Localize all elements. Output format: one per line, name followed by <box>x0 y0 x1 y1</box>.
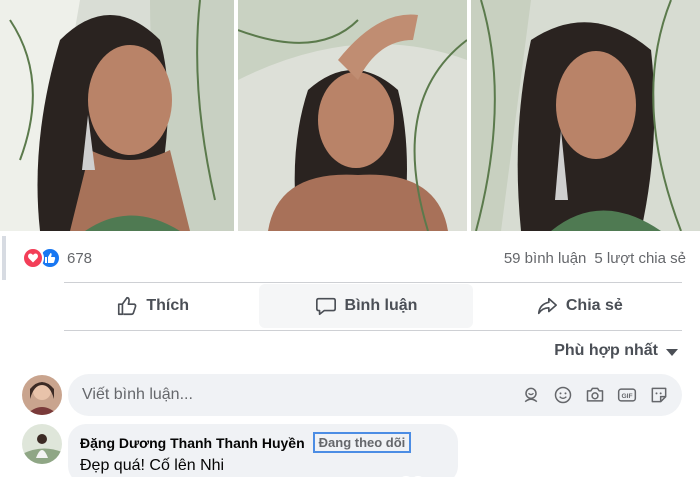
share-button[interactable]: Chia sẻ <box>473 284 686 328</box>
comment-text: Đẹp quá! Cố lên Nhi <box>80 457 225 474</box>
share-label: Chia sẻ <box>565 297 623 314</box>
composer-tools: GIF <box>520 384 670 406</box>
sort-label: Phù hợp nhất <box>554 342 658 359</box>
caret-down-icon <box>666 348 678 356</box>
post-photo-3[interactable] <box>471 0 700 231</box>
comment-input[interactable] <box>82 386 520 404</box>
comment-composer: GIF <box>22 374 682 416</box>
share-count[interactable]: 5 lượt chia sẻ <box>594 250 686 267</box>
svg-text:GIF: GIF <box>621 393 632 400</box>
comment-label: Bình luận <box>344 297 418 314</box>
comment-bubble: Đặng Dương Thanh Thanh Huyền Đang theo d… <box>68 424 458 477</box>
comment-item: Đặng Dương Thanh Thanh Huyền Đang theo d… <box>22 424 682 477</box>
avatar-sticker-icon[interactable] <box>520 384 542 406</box>
reactions-summary: 678 59 bình luận 5 lượt chia sẻ <box>0 236 700 280</box>
comment-input-box[interactable]: GIF <box>68 374 682 416</box>
reaction-icons[interactable] <box>22 247 61 269</box>
photo-1-image <box>0 0 234 231</box>
commenter-avatar[interactable] <box>22 424 62 464</box>
share-arrow-icon <box>537 297 557 315</box>
gif-icon[interactable]: GIF <box>616 384 638 406</box>
sticker-icon[interactable] <box>648 384 670 406</box>
photo-2-image <box>238 0 467 231</box>
post-stats: 59 bình luận 5 lượt chia sẻ <box>504 250 686 267</box>
like-button[interactable]: Thích <box>46 284 259 328</box>
comment-bubble-icon <box>315 297 336 316</box>
post-photo-2[interactable] <box>238 0 467 231</box>
comment-sort-dropdown[interactable]: Phù hợp nhất <box>554 342 678 360</box>
photo-3-image <box>471 0 700 231</box>
camera-icon[interactable] <box>584 384 606 406</box>
comment-button[interactable]: Bình luận <box>259 284 473 328</box>
heart-icon <box>22 247 44 269</box>
comment-author-line: Đặng Dương Thanh Thanh Huyền Đang theo d… <box>80 432 446 453</box>
post-action-bar: Thích Bình luận Chia sẻ <box>46 284 686 328</box>
divider-top <box>64 282 682 283</box>
thumbs-up-icon <box>118 296 137 316</box>
post-photo-1[interactable] <box>0 0 234 231</box>
like-label: Thích <box>146 297 189 314</box>
comment-author[interactable]: Đặng Dương Thanh Thanh Huyền <box>80 435 305 451</box>
post-photo-grid <box>0 0 700 231</box>
following-badge: Đang theo dõi <box>312 432 412 453</box>
comment-count[interactable]: 59 bình luận <box>504 250 587 267</box>
divider-bottom <box>64 330 682 331</box>
emoji-icon[interactable] <box>552 384 574 406</box>
reaction-count[interactable]: 678 <box>67 250 92 267</box>
current-user-avatar[interactable] <box>22 375 62 415</box>
